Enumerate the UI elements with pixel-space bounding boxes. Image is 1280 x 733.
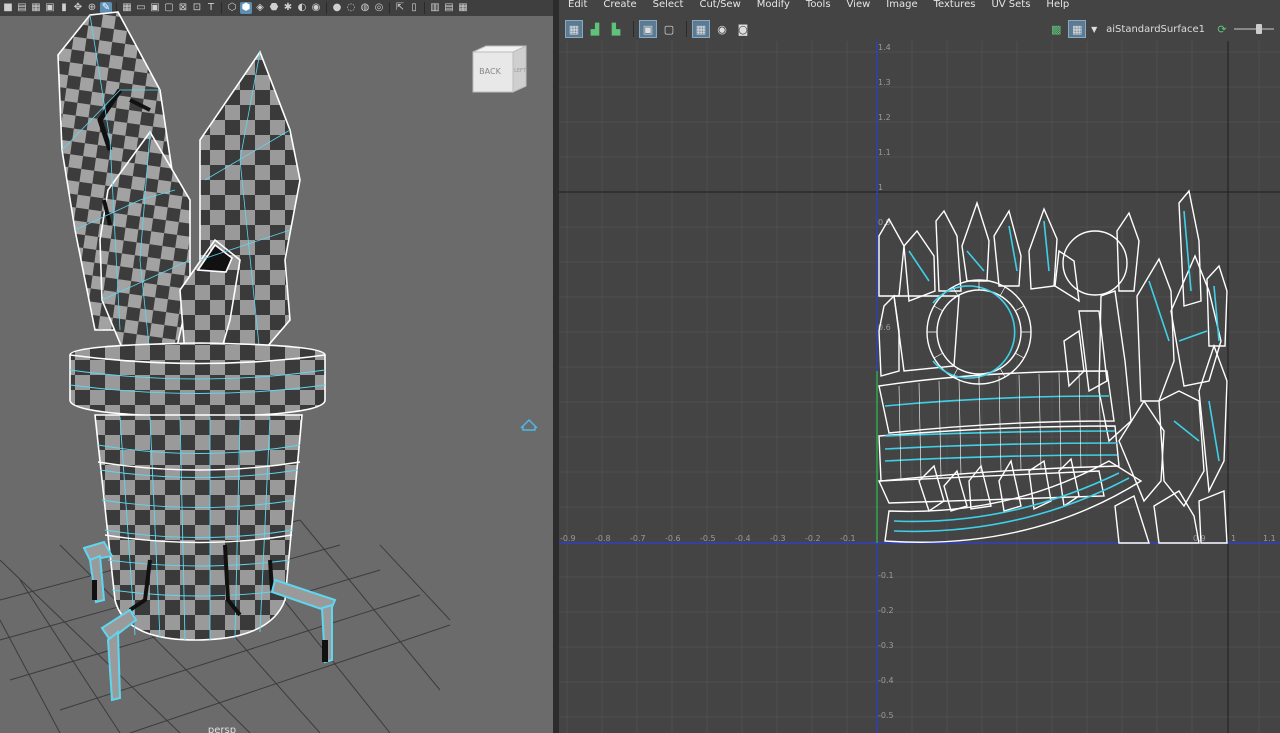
menu-uv-sets[interactable]: UV Sets [991,0,1030,14]
image-display-icon[interactable]: ▩ [1047,20,1065,38]
y-tick: -0.2 [878,606,894,615]
x-tick: -0.4 [735,534,751,543]
uv-menubar: Edit Create Select Cut/Sew Modify Tools … [559,0,1280,14]
viewport-scene: BACK LEFT persp [0,11,538,733]
toolbar-separator [686,21,687,37]
uv-grid-svg: -0.9 -0.8 -0.7 -0.6 -0.5 -0.4 -0.3 -0.2 … [559,41,1280,733]
menu-tools[interactable]: Tools [806,0,831,14]
uv-shell-icon[interactable]: ▦ [565,20,583,38]
x-tick: -0.9 [560,534,576,543]
y-tick: -0.3 [878,641,894,650]
slider-knob[interactable] [1256,24,1262,34]
y-tick: 1.1 [878,148,891,157]
y-tick: 1.4 [878,43,891,52]
y-tick: 1 [878,183,883,192]
uv-editor-panel[interactable]: Edit Create Select Cut/Sew Modify Tools … [559,0,1280,733]
y-tick: -0.1 [878,571,894,580]
view-cube[interactable]: BACK LEFT [472,45,527,93]
uv-grid-lines [559,41,1280,733]
menu-create[interactable]: Create [603,0,636,14]
checker-map-icon[interactable]: ▦ [1068,20,1087,38]
menu-image[interactable]: Image [886,0,917,14]
x-tick: 1.1 [1263,534,1276,543]
menu-textures[interactable]: Textures [934,0,976,14]
x-tick: 1 [1231,534,1236,543]
uv-snapshot-icon[interactable]: ◙ [734,20,752,38]
uv-grid-icon[interactable]: ▣ [639,20,657,38]
uv-y-ticks: 1.4 1.3 1.2 1.1 1 0.9 0.6 -0.1 -0.2 -0.3… [878,43,894,720]
uv-canvas[interactable]: -0.9 -0.8 -0.7 -0.6 -0.5 -0.4 -0.3 -0.2 … [559,41,1280,733]
uv-toolbar: ▦ ▟ ▙ ▣ ▢ ▦ ◉ ◙ ▩ ▦ ▼ aiStandardSurface1… [559,17,1280,41]
x-tick: -0.6 [665,534,681,543]
menu-help[interactable]: Help [1046,0,1069,14]
menu-view[interactable]: View [847,0,871,14]
menu-edit[interactable]: Edit [568,0,587,14]
viewcube-side-label: LEFT [514,68,527,74]
crystal-group [57,11,301,356]
y-tick: -0.5 [878,711,894,720]
uv-snap-icon[interactable]: ▢ [660,20,678,38]
shader-name[interactable]: aiStandardSurface1 [1106,24,1205,35]
y-tick: 1.2 [878,113,891,122]
x-tick: -0.1 [840,534,856,543]
menu-select[interactable]: Select [653,0,684,14]
menu-cut-sew[interactable]: Cut/Sew [699,0,740,14]
x-tick: -0.7 [630,534,646,543]
y-tick: -0.4 [878,676,894,685]
x-tick: -0.5 [700,534,716,543]
uv-unfold-icon[interactable]: ▟ [586,20,604,38]
home-icon[interactable] [520,418,538,431]
exposure-slider[interactable] [1234,24,1274,34]
refresh-icon[interactable]: ⟳ [1213,20,1231,38]
uv-isolate-icon[interactable]: ◉ [713,20,731,38]
camera-label: persp [208,725,236,733]
uv-toolbar-right: ▩ ▦ ▼ aiStandardSurface1 ⟳ [1047,17,1280,41]
x-tick: -0.2 [805,534,821,543]
x-tick: -0.3 [770,534,786,543]
menu-modify[interactable]: Modify [757,0,790,14]
chevron-down-icon[interactable]: ▼ [1089,20,1099,38]
viewcube-front-label: BACK [479,67,501,76]
toolbar-separator [633,21,634,37]
uv-layout-icon[interactable]: ▙ [607,20,625,38]
uv-checker-icon[interactable]: ▦ [692,20,710,38]
y-tick: 1.3 [878,78,891,87]
x-tick: -0.8 [595,534,611,543]
perspective-viewport[interactable]: ■ ▤ ▦ ▣ ▮ ✥ ⊕ ✎ ▦ ▭ ▣ ▢ ⊠ ⊡ T ⬡ ⬢ ◈ ⬣ ✱ … [0,0,553,733]
